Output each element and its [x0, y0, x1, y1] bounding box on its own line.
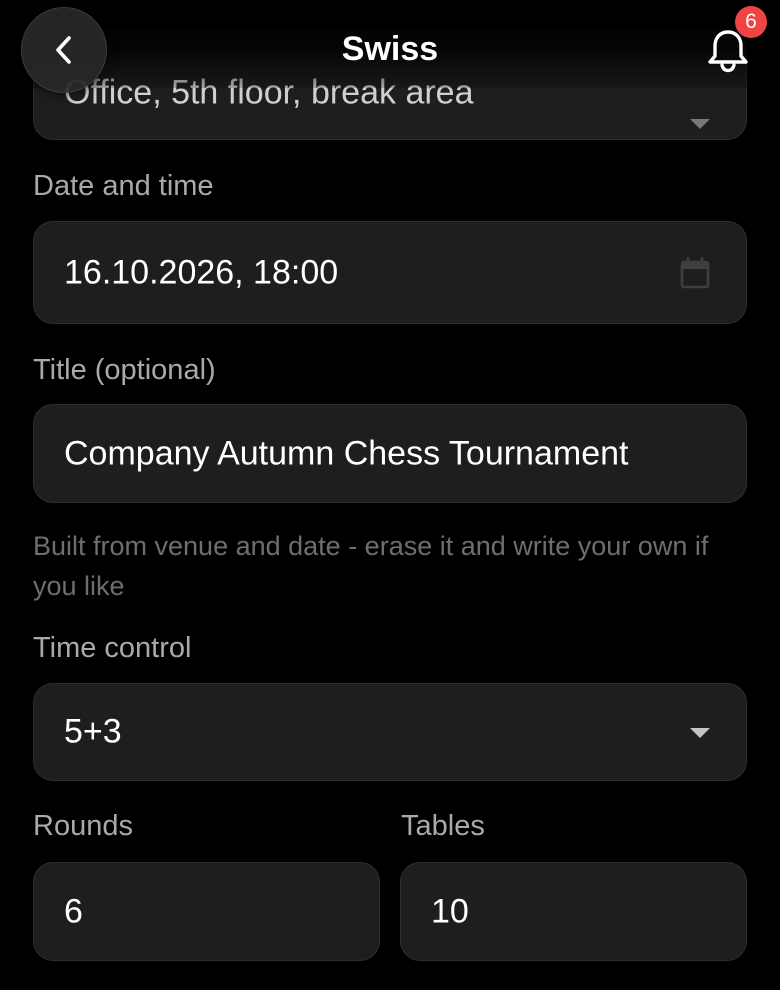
- caret-down-icon: [690, 728, 710, 738]
- tables-label: Tables: [401, 810, 485, 842]
- title-label: Title (optional): [33, 354, 216, 386]
- date-time-field[interactable]: 16.10.2026, 18:00: [33, 221, 747, 324]
- title-hint: Built from venue and date - erase it and…: [33, 531, 709, 601]
- notification-badge: 6: [735, 6, 767, 38]
- time-control-value: 5+3: [64, 712, 122, 751]
- page-title: Swiss: [341, 30, 439, 68]
- tables-input[interactable]: 10: [400, 862, 747, 961]
- rounds-value: 6: [64, 892, 83, 930]
- time-control-select[interactable]: 5+3: [33, 683, 747, 781]
- title-input[interactable]: Company Autumn Chess Tournament: [33, 404, 747, 503]
- date-time-value: 16.10.2026, 18:00: [64, 253, 339, 291]
- rounds-input[interactable]: 6: [33, 862, 380, 961]
- time-control-label: Time control: [33, 632, 192, 664]
- tables-value: 10: [431, 892, 469, 930]
- title-value: Company Autumn Chess Tournament: [64, 434, 629, 472]
- caret-down-icon: [690, 119, 710, 129]
- rounds-label: Rounds: [33, 810, 133, 842]
- calendar-icon[interactable]: [680, 257, 710, 289]
- date-time-label: Date and time: [33, 170, 214, 202]
